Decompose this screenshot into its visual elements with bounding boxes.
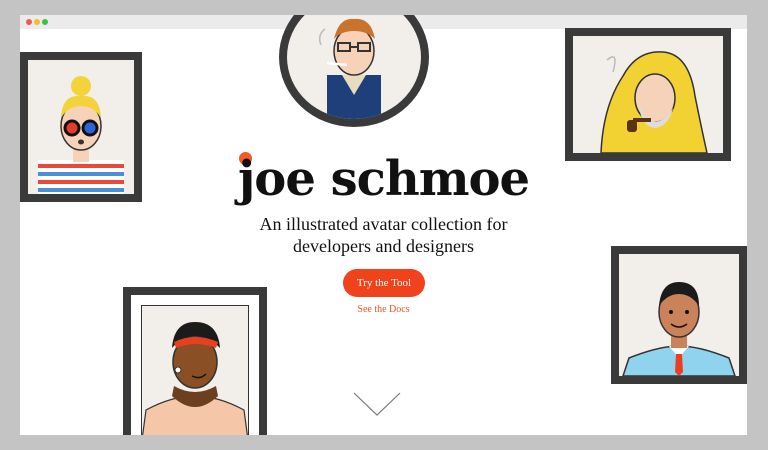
try-the-tool-button[interactable]: Try the Tool — [343, 269, 425, 297]
avatar-fisherman — [573, 36, 723, 153]
minimize-window-button[interactable] — [34, 19, 40, 25]
page-title: joe schmoe — [237, 151, 530, 207]
browser-window: joe schmoe An illustrated avatar collect… — [20, 15, 747, 435]
tagline-line-2: developers and designers — [293, 236, 474, 256]
avatar-hipster — [287, 15, 421, 119]
tagline-line-1: An illustrated avatar collection for — [259, 214, 508, 234]
avatar-man-frame — [611, 246, 747, 384]
avatar-fisherman-frame — [565, 28, 731, 161]
close-window-button[interactable] — [26, 19, 32, 25]
tagline: An illustrated avatar collection for dev… — [20, 213, 747, 257]
maximize-window-button[interactable] — [42, 19, 48, 25]
avatar-hipster-frame — [279, 15, 429, 127]
see-the-docs-link[interactable]: See the Docs — [20, 304, 747, 315]
avatar-woman — [131, 295, 259, 435]
avatar-man — [619, 254, 739, 376]
chevron-down-icon[interactable] — [352, 391, 402, 419]
